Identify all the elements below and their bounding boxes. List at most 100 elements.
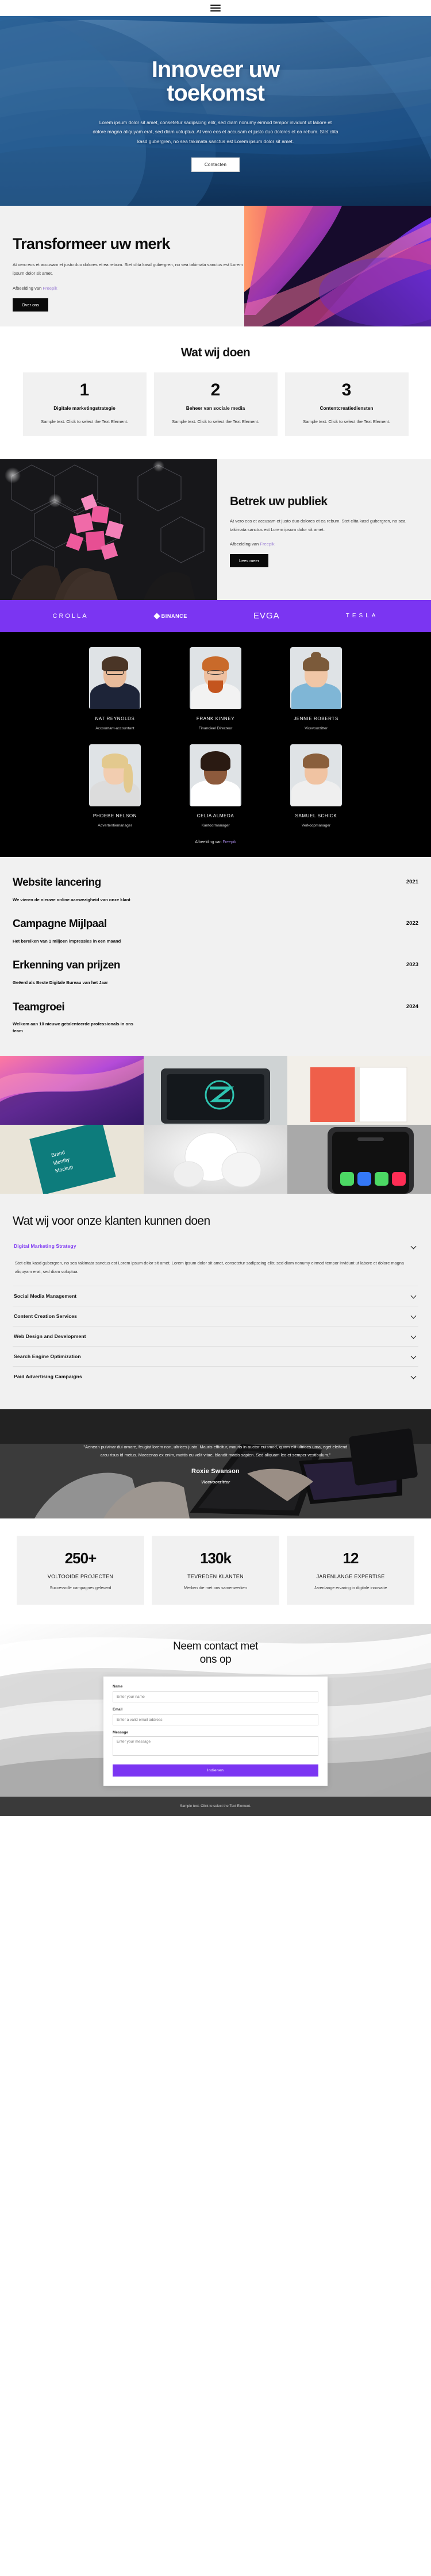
stat-sublabel: Merken die met ons samenwerken	[184, 1585, 247, 1591]
audience-image	[0, 459, 217, 600]
chevron-down-icon[interactable]	[411, 1313, 416, 1318]
accordion-header[interactable]: Social Media Management	[13, 1286, 418, 1306]
transform-about-button[interactable]: Over ons	[13, 298, 48, 312]
timeline-item-description: Welkom aan 10 nieuwe getalenteerde profe…	[13, 1021, 134, 1033]
timeline-section: Website lancering 2021 We vieren de nieu…	[0, 856, 431, 1056]
team-member-role: Kantoormanager	[201, 823, 230, 828]
logo-tesla: TESLA	[345, 613, 379, 620]
team-member-name: NAT REYNOLDS	[95, 716, 135, 721]
team-member-role: Financieel Directeur	[198, 726, 233, 730]
submit-button[interactable]: Indienen	[113, 1764, 318, 1777]
team-row-top: NAT REYNOLDS Accountant-accountant FRANK…	[0, 647, 431, 730]
audience-paragraph: At vero eos et accusam et justo duo dolo…	[230, 518, 406, 533]
logo-crolla: CROLLA	[52, 612, 88, 620]
footer-text: Sample text. Click to select the Text El…	[180, 1804, 251, 1809]
name-field-group: Name	[113, 1685, 318, 1703]
hero-title-line-1: Innoveer uw	[151, 56, 280, 82]
testimonial-content: "Aenean pulvinar dui ornare, feugiat lor…	[80, 1443, 351, 1485]
message-textarea[interactable]	[113, 1736, 318, 1756]
timeline-item-description: We vieren de nieuwe online aanwezigheid …	[13, 897, 130, 902]
service-card-number: 1	[79, 380, 90, 399]
accordion-header[interactable]: Web Design and Development	[13, 1327, 418, 1346]
service-card-description: Sample text. Click to select the Text El…	[172, 419, 259, 425]
service-card-title: Beheer van sociale media	[186, 405, 245, 411]
hero-title: Innoveer uw toekomst	[151, 56, 280, 105]
audience-image-credit: Afbeelding van Freepik	[230, 541, 417, 547]
team-member-role: Verkoopmanager	[301, 823, 331, 828]
accordion-header[interactable]: Content Creation Services	[13, 1306, 418, 1326]
team-credit-link[interactable]: Freepik	[222, 840, 236, 844]
chevron-down-icon[interactable]	[411, 1293, 416, 1298]
gallery-image-5	[144, 1125, 287, 1194]
accordion-label: Social Media Management	[14, 1293, 77, 1299]
accordion-header[interactable]: Search Engine Optimization	[13, 1347, 418, 1366]
avatar	[89, 647, 141, 709]
gallery-image-1	[0, 1056, 144, 1125]
transform-image	[244, 206, 431, 326]
gallery-image-2	[144, 1056, 287, 1125]
timeline-item: Teamgroei 2024 Welkom aan 10 nieuwe geta…	[13, 1001, 418, 1037]
team-credit-prefix: Afbeelding van	[195, 840, 223, 844]
team-member-name: JENNIE ROBERTS	[294, 716, 338, 721]
stat-sublabel: Succesvolle campagnes geleverd	[49, 1585, 111, 1591]
service-card: 3 Contentcreatiediensten Sample text. Cl…	[284, 372, 409, 436]
email-input[interactable]	[113, 1714, 318, 1726]
image-gallery: Brand Identity Mockup	[0, 1056, 431, 1194]
hamburger-menu-icon[interactable]	[210, 5, 221, 11]
email-field-group: Email	[113, 1708, 318, 1726]
stat-label: TEVREDEN KLANTEN	[187, 1574, 244, 1580]
client-logos-bar: CROLLA BINANCE EVGA TESLA	[0, 599, 431, 632]
timeline-item: Erkenning van prijzen 2023 Geëerd als Be…	[13, 959, 418, 1001]
services-section: Wat wij doen 1 Digitale marketingstrateg…	[0, 326, 431, 459]
chevron-down-icon[interactable]	[411, 1244, 416, 1249]
team-member-name: PHOEBE NELSON	[93, 813, 137, 818]
chevron-down-icon[interactable]	[411, 1333, 416, 1339]
stat-label: JARENLANGE EXPERTISE	[316, 1574, 385, 1580]
accordion-header[interactable]: Digital Marketing Strategy	[13, 1236, 418, 1256]
team-member-role: Accountant-accountant	[95, 726, 134, 730]
timeline-item-year: 2022	[406, 920, 418, 927]
message-field-label: Message	[113, 1731, 128, 1735]
team-member-role: Advertentiemanager	[98, 823, 132, 828]
contact-content: Neem contact met ons op Name Email Messa…	[0, 1624, 431, 1786]
service-card-number: 3	[341, 380, 352, 399]
testimonial-author-role: Vicevoorzitter	[201, 1479, 230, 1485]
audience-read-more-button[interactable]: Lees meer	[230, 554, 268, 568]
transform-credit-link[interactable]: Freepik	[43, 286, 57, 291]
timeline-item-description: Geëerd als Beste Digitale Bureau van het…	[13, 980, 108, 986]
transform-credit-prefix: Afbeelding van	[13, 285, 43, 291]
transform-heading: Transformeer uw merk	[13, 235, 170, 252]
services-title: Wat wij doen	[180, 346, 251, 359]
team-member: CELIA ALMEDA Kantoormanager	[181, 744, 250, 828]
landing-page: Innoveer uw toekomst Lorem ipsum dolor s…	[0, 0, 431, 1816]
message-field-group: Message	[113, 1731, 318, 1759]
stat-value: 130k	[200, 1550, 232, 1567]
service-card-title: Contentcreatiediensten	[320, 405, 374, 411]
service-card: 1 Digitale marketingstrategie Sample tex…	[22, 372, 147, 436]
transform-paragraph: At vero eos et accusam et justo duo dolo…	[13, 262, 243, 276]
avatar	[190, 647, 241, 709]
audience-credit-link[interactable]: Freepik	[260, 541, 274, 547]
team-member-name: SAMUEL SCHICK	[295, 813, 337, 818]
timeline-item-title: Erkenning van prijzen	[13, 959, 120, 972]
accordion-item-search-engine-optimization: Search Engine Optimization	[13, 1347, 418, 1367]
hero-contact-button[interactable]: Contacten	[191, 157, 240, 172]
team-member: FRANK KINNEY Financieel Directeur	[181, 647, 250, 730]
stat-card: 12 JARENLANGE EXPERTISE Jarenlange ervar…	[287, 1535, 414, 1605]
accordion-body: Stet clita kasd gubergren, no sea takima…	[15, 1260, 404, 1274]
gallery-image-4: Brand Identity Mockup	[0, 1125, 144, 1194]
chevron-down-icon[interactable]	[411, 1354, 416, 1359]
logo-binance: BINANCE	[153, 613, 187, 620]
accordion-item-paid-advertising-campaigns: Paid Advertising Campaigns	[13, 1367, 418, 1386]
timeline-item-year: 2021	[406, 878, 418, 885]
audience-section: Betrek uw publiek At vero eos et accusam…	[0, 459, 431, 600]
name-input[interactable]	[113, 1691, 318, 1703]
team-member: SAMUEL SCHICK Verkoopmanager	[282, 744, 351, 828]
stat-card: 130k TEVREDEN KLANTEN Merken die met ons…	[152, 1535, 279, 1605]
team-member-name: FRANK KINNEY	[196, 716, 235, 721]
chevron-down-icon[interactable]	[411, 1374, 416, 1379]
accordion-label: Search Engine Optimization	[14, 1353, 81, 1359]
accordion-header[interactable]: Paid Advertising Campaigns	[13, 1367, 418, 1386]
testimonial-section: "Aenean pulvinar dui ornare, feugiat lor…	[0, 1409, 431, 1518]
contact-title-line-1: Neem contact met	[173, 1640, 258, 1652]
